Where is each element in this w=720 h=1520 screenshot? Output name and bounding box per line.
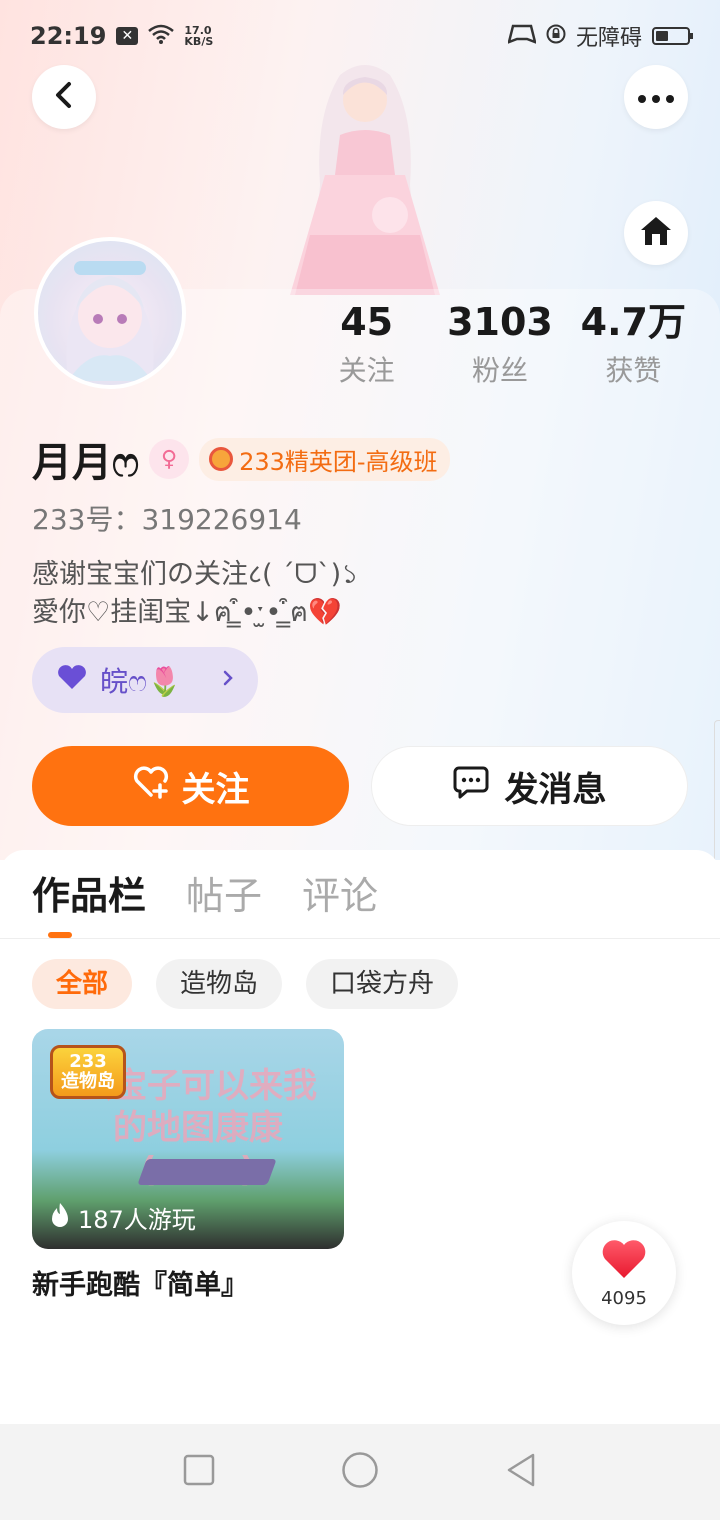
stat-label: 关注: [338, 354, 395, 387]
gamepad-icon: [507, 22, 537, 50]
group-badge[interactable]: 233精英团-高级班: [199, 437, 450, 481]
chevron-right-icon: [222, 668, 234, 693]
filter-all[interactable]: 全部: [32, 959, 133, 1009]
play-count: 187人游玩: [50, 1200, 196, 1235]
tab-comments[interactable]: 评论: [302, 868, 378, 924]
tab-works[interactable]: 作品栏: [32, 868, 146, 924]
home-button[interactable]: [624, 201, 688, 265]
stat-value: 4.7万: [580, 300, 686, 344]
like-count: 4095: [601, 1287, 647, 1309]
accessibility-label: 无障碍: [575, 26, 642, 51]
group-badge-label: 233精英团-高级班: [239, 447, 438, 476]
content-section: 作品栏 帖子 评论 全部 造物岛 口袋方舟 蟹宝子可以来我的地图康康(≧▽≦) …: [0, 850, 720, 1425]
chat-bubble-icon: [453, 765, 489, 808]
avatar-character-figure: [270, 55, 460, 295]
stat-value: 3103: [447, 300, 553, 344]
notification-icon: ✕: [116, 27, 139, 45]
bio-line: 感谢宝宝们の关注८( ´ᗜ`)১: [32, 559, 359, 590]
wifi-icon: [148, 22, 175, 50]
logo-line: 造物岛: [61, 1071, 115, 1092]
stat-following[interactable]: 45 关注: [300, 296, 433, 394]
more-options-button[interactable]: [624, 65, 688, 129]
stat-label: 粉丝: [471, 354, 528, 387]
tabs-divider: [0, 938, 720, 939]
back-button[interactable]: [32, 65, 96, 129]
user-avatar[interactable]: [34, 237, 186, 389]
tab-posts[interactable]: 帖子: [186, 868, 262, 924]
profile-stats: 45 关注 3103 粉丝 4.7万 获赞: [300, 296, 700, 394]
logo-line: 233: [69, 1051, 107, 1072]
username: 月月ෆ: [32, 440, 140, 486]
stat-followers[interactable]: 3103 粉丝: [433, 296, 566, 394]
heart-icon: [600, 1238, 648, 1284]
status-time: 22:19: [30, 22, 107, 50]
like-button[interactable]: 4095: [572, 1221, 676, 1325]
work-card[interactable]: 蟹宝子可以来我的地图康康(≧▽≦) 233 造物岛 187人游玩: [32, 1029, 344, 1249]
send-message-button[interactable]: 发消息: [371, 746, 688, 826]
name-row: 月月ෆ ♀ 233精英团-高级班: [32, 430, 450, 488]
system-navigation-bar: [0, 1424, 720, 1520]
more-dots-icon: [638, 88, 674, 107]
work-title[interactable]: 新手跑酷『简单』: [32, 1263, 248, 1302]
friend-chip[interactable]: 皖ෆ🌷: [32, 647, 258, 713]
cover-platform: [137, 1159, 277, 1185]
filter-pocket-ark[interactable]: 口袋方舟: [306, 959, 459, 1009]
follow-label: 关注: [181, 769, 250, 810]
stat-value: 45: [340, 300, 394, 344]
speed-unit: KB/S: [184, 35, 214, 48]
heart-plus-icon: [132, 765, 170, 808]
back-nav-button[interactable]: [505, 1452, 537, 1492]
play-count-label: 187人游玩: [78, 1206, 196, 1234]
friend-chip-label: 皖ෆ🌷: [100, 665, 182, 698]
message-label: 发消息: [504, 769, 607, 810]
home-icon: [639, 215, 673, 251]
battery-icon: [652, 27, 693, 45]
flame-icon: [50, 1202, 70, 1234]
network-speed: 17.0 KB/S: [184, 25, 213, 47]
home-nav-button[interactable]: [341, 1451, 379, 1493]
group-badge-icon: [209, 447, 234, 471]
recent-apps-button[interactable]: [183, 1454, 215, 1490]
lock-icon: [546, 22, 566, 50]
bio-line: 愛你♡挂闺宝↓ฅ ̳͒•ˑ̫• ̳͒ฅ💔: [32, 597, 342, 628]
female-gender-icon: ♀: [149, 439, 190, 479]
chevron-left-icon: [52, 81, 76, 113]
purple-heart-icon: [56, 664, 88, 697]
filter-creation-island[interactable]: 造物岛: [156, 959, 283, 1009]
stat-label: 获赞: [605, 354, 662, 387]
filter-chips: 全部 造物岛 口袋方舟: [32, 959, 459, 1009]
stat-likes[interactable]: 4.7万 获赞: [567, 296, 700, 394]
creation-island-logo: 233 造物岛: [50, 1045, 126, 1099]
user-bio: 感谢宝宝们の关注८( ´ᗜ`)১ 愛你♡挂闺宝↓ฅ ̳͒•ˑ̫• ̳͒ฅ💔: [32, 556, 359, 632]
follow-button[interactable]: 关注: [32, 746, 349, 826]
user-id[interactable]: 233号：319226914: [32, 498, 302, 538]
content-tabs: 作品栏 帖子 评论: [32, 868, 378, 924]
